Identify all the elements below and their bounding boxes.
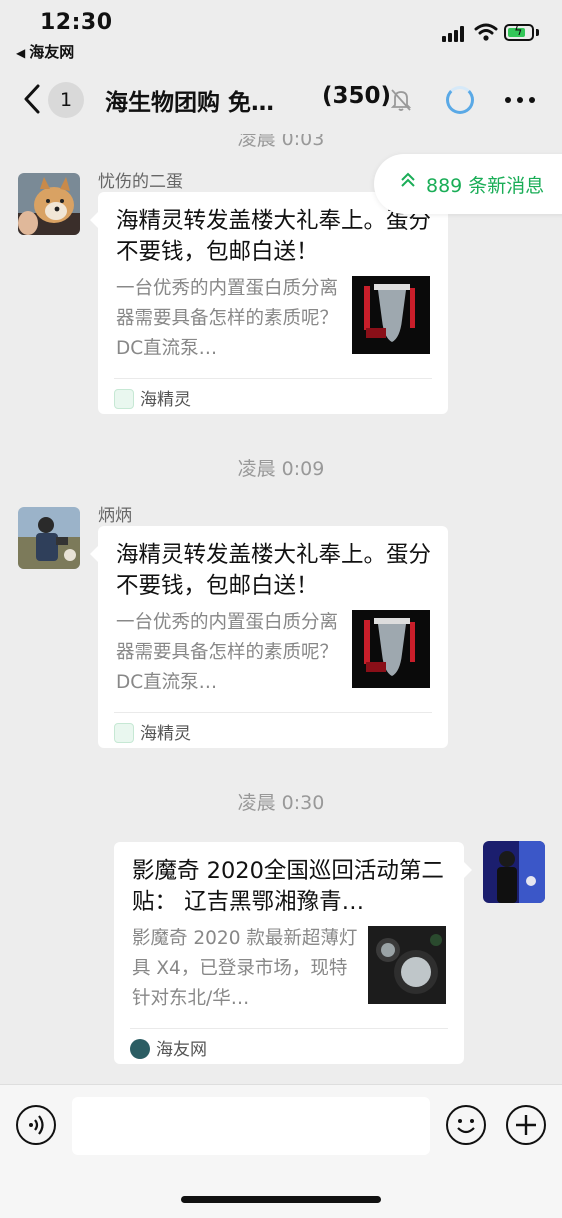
link-card[interactable]: 影魔奇 2020全国巡回活动第二贴： 辽吉黑鄂湘豫青… 影魔奇 2020 款最新… [114,842,472,1064]
smile-icon [457,1119,475,1134]
sender-name: 忧伤的二蛋 [98,172,183,192]
voice-input-button[interactable] [16,1105,56,1145]
signal-icon [442,26,468,42]
status-bar: 12:30 ◀ 海友网 ϟ [0,0,562,64]
message-timestamp: 凌晨 0:09 [237,458,325,480]
new-messages-label: 889 条新消息 [426,175,545,197]
status-time: 12:30 [40,10,113,35]
chat-title: 海生物团购 免… [105,90,275,116]
message-timestamp: 凌晨 0:03 [237,134,325,150]
mini-program-icon [114,389,134,409]
card-source: 海精灵 [114,719,191,744]
card-title: 影魔奇 2020全国巡回活动第二贴： 辽吉黑鄂湘豫青… [132,858,444,915]
card-thumbnail [352,276,430,354]
unread-count-badge[interactable]: 1 [48,82,84,118]
loading-icon [446,86,474,114]
avatar[interactable] [18,173,80,235]
chevron-left-icon[interactable] [18,82,48,116]
voice-icon [29,1115,44,1135]
link-card[interactable]: 海精灵转发盖楼大礼奉上。蛋分不要钱，包邮白送！ 一台优秀的内置蛋白质分离器需要具… [90,526,448,748]
source-logo-icon [130,1039,150,1059]
back-app-label: 海友网 [29,43,75,61]
card-thumbnail [368,926,446,1004]
card-description: 影魔奇 2020 款最新超薄灯具 X4，已登录市场，现特针对东北/华… [132,928,358,1009]
card-title: 海精灵转发盖楼大礼奉上。蛋分不要钱，包邮白送！ [116,542,432,599]
member-count: (350) [322,83,392,109]
back-triangle-icon: ◀ [16,46,26,60]
home-indicator[interactable] [181,1196,381,1203]
more-icon[interactable] [505,97,535,103]
link-card[interactable]: 海精灵转发盖楼大礼奉上。蛋分不要钱，包邮白送！ 一台优秀的内置蛋白质分离器需要具… [90,192,448,414]
avatar[interactable] [18,507,80,569]
back-to-app-link[interactable]: ◀ 海友网 [16,41,74,62]
more-actions-button[interactable] [506,1105,546,1145]
message-list[interactable]: 凌晨 0:03 忧伤的二蛋 海精灵转发盖楼大礼奉上。蛋分不要钱，包邮白送！ 一台… [0,134,562,1084]
card-source: 海友网 [130,1035,207,1060]
mini-program-icon [114,723,134,743]
bell-muted-icon [390,89,412,111]
wifi-icon [474,23,498,41]
card-description: 一台优秀的内置蛋白质分离器需要具备怎样的素质呢？DC直流泵… [116,612,339,693]
card-title: 海精灵转发盖楼大礼奉上。蛋分不要钱，包邮白送！ [116,208,432,265]
avatar[interactable] [483,841,545,903]
card-source-label: 海友网 [156,1040,207,1060]
emoji-button[interactable] [446,1105,486,1145]
battery-icon: ϟ [504,24,534,41]
new-messages-button[interactable]: 889 条新消息 [374,154,562,214]
double-chevron-up-icon [401,172,415,187]
card-source-label: 海精灵 [140,390,191,410]
card-thumbnail [352,610,430,688]
sender-name: 炳炳 [98,506,132,526]
card-source: 海精灵 [114,385,191,410]
card-source-label: 海精灵 [140,724,191,744]
battery-cap [536,29,539,36]
message-input[interactable] [72,1097,430,1155]
chat-header: 1 海生物团购 免… (350) [0,64,562,134]
message-timestamp: 凌晨 0:30 [237,792,325,814]
card-description: 一台优秀的内置蛋白质分离器需要具备怎样的素质呢？DC直流泵… [116,278,339,359]
plus-icon [516,1115,536,1135]
